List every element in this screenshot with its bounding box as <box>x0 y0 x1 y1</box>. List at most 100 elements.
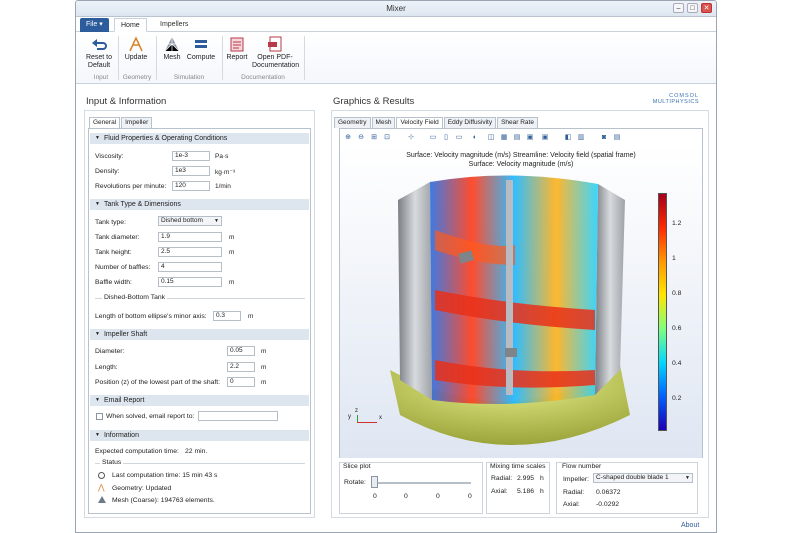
mesh-button[interactable]: Mesh <box>160 35 184 62</box>
flow-axial-value: -0.0292 <box>596 501 620 508</box>
tab-impellers[interactable]: Impellers <box>154 18 194 32</box>
rotate-slider-track[interactable] <box>374 482 471 484</box>
tab-geometry[interactable]: Geometry <box>334 117 371 128</box>
slider-tick-3: 0 <box>436 493 440 500</box>
rotate-slider-thumb[interactable] <box>371 476 378 488</box>
section-information[interactable]: Information <box>90 430 309 441</box>
window-title: Mixer <box>386 4 406 13</box>
compute-button[interactable]: Compute <box>186 35 216 62</box>
rpm-unit: 1/min <box>215 183 231 190</box>
tank-type-label: Tank type: <box>95 219 126 226</box>
update-label: Update <box>124 54 148 61</box>
section-email[interactable]: Email Report <box>90 395 309 406</box>
baffle-width-field[interactable]: 0.15 <box>158 277 222 287</box>
clock-icon <box>98 472 105 479</box>
rpm-label: Revolutions per minute: <box>95 183 167 190</box>
tank-height-field[interactable]: 2.5 <box>158 247 222 257</box>
tab-file[interactable]: File ▾ <box>80 18 109 32</box>
colorbar-tick-3: 0.8 <box>672 290 682 297</box>
shaft-diameter-field[interactable]: 0.05 <box>227 346 255 356</box>
tank-wall-left <box>398 182 432 400</box>
shaft-length-field[interactable]: 2.2 <box>227 362 255 372</box>
view-xy-icon[interactable]: ▭ <box>428 133 438 143</box>
undo-icon <box>89 35 109 52</box>
print-icon[interactable]: ▤ <box>612 133 622 143</box>
mesh-status: Mesh (Coarse): 194763 elements. <box>112 497 215 504</box>
density-field[interactable]: 1e3 <box>172 166 210 176</box>
section-shaft[interactable]: Impeller Shaft <box>90 329 309 340</box>
rotate-icon[interactable]: ◐ <box>470 133 480 143</box>
shaft-position-field[interactable]: 0 <box>227 377 255 387</box>
baffles-field[interactable]: 4 <box>158 262 222 272</box>
geometry-icon <box>126 35 146 52</box>
zoom-box-icon[interactable]: ⊞ <box>369 133 379 143</box>
maximize-button[interactable]: □ <box>687 3 698 13</box>
view-axes-icon[interactable]: ⊹ <box>406 133 416 143</box>
close-button[interactable]: ✕ <box>701 3 712 13</box>
grid-icon[interactable]: ▦ <box>499 133 509 143</box>
pane-title-input: Input & Information <box>86 96 167 107</box>
camera-icon[interactable]: ◙ <box>599 133 609 143</box>
tank-diameter-field[interactable]: 1.9 <box>158 232 222 242</box>
mixing-radial-label: Radial: <box>491 475 513 482</box>
tab-mesh[interactable]: Mesh <box>371 117 396 128</box>
email-checkbox[interactable] <box>96 413 103 420</box>
section-fluid[interactable]: Fluid Properties & Operating Conditions <box>90 133 309 144</box>
reset-label: Reset to Default <box>85 54 113 69</box>
tab-velocity-field[interactable]: Velocity Field <box>396 117 443 128</box>
render-icon[interactable]: ◫ <box>486 133 496 143</box>
colorbar-tick-6: 0.2 <box>672 395 682 402</box>
flow-impeller-label: Impeller: <box>563 476 590 483</box>
report-button[interactable]: Report <box>225 35 249 62</box>
rpm-field[interactable]: 120 <box>172 181 210 191</box>
tab-impeller[interactable]: Impeller <box>121 117 153 128</box>
chevron-down-icon: ▼ <box>685 475 690 481</box>
view-yz-icon[interactable]: ▯ <box>441 133 451 143</box>
wireframe-icon[interactable]: ▤ <box>512 133 522 143</box>
viscosity-field[interactable]: 1e-3 <box>172 151 210 161</box>
impeller-blade-lower <box>505 348 517 357</box>
color-legend-bar <box>658 193 667 431</box>
axis-x-label: x <box>379 415 382 421</box>
tab-general[interactable]: General <box>89 117 121 128</box>
section-tank[interactable]: Tank Type & Dimensions <box>90 199 309 210</box>
mesh-label: Mesh <box>163 54 181 61</box>
mixing-radial-unit: h <box>540 475 544 482</box>
shaft-length-unit: m <box>261 364 267 371</box>
about-link[interactable]: About <box>681 522 699 529</box>
flow-radial-label: Radial: <box>563 489 585 496</box>
colorbar-tick-2: 1 <box>672 255 676 262</box>
shaft-position-unit: m <box>261 379 267 386</box>
density-unit: kg·m⁻³ <box>215 169 236 176</box>
tab-eddy-diffusivity[interactable]: Eddy Diffusivity <box>443 117 497 128</box>
impeller-select[interactable]: C-shaped double blade 1 ▼ <box>593 473 693 483</box>
transparency-icon[interactable]: ▣ <box>525 133 535 143</box>
reset-button[interactable]: Reset to Default <box>84 35 114 70</box>
zoom-out-icon[interactable]: ⊖ <box>356 133 366 143</box>
tab-shear-rate[interactable]: Shear Rate <box>497 117 538 128</box>
email-field[interactable] <box>198 411 278 421</box>
view-zx-icon[interactable]: ▭ <box>454 133 464 143</box>
zoom-in-icon[interactable]: ⊕ <box>343 133 353 143</box>
open-pdf-button[interactable]: Open PDF- Documentation <box>252 35 299 70</box>
mixing-axial-unit: h <box>540 488 544 495</box>
baffle-width-label: Baffle width: <box>95 279 132 286</box>
slider-tick-1: 0 <box>373 493 377 500</box>
zoom-extents-icon[interactable]: ⊡ <box>382 133 392 143</box>
update-button[interactable]: Update <box>121 35 151 62</box>
ribbon: Reset to Default Update Mesh Compute Rep… <box>76 32 716 84</box>
scene-light-icon[interactable]: ▣ <box>540 133 550 143</box>
tank-type-select[interactable]: Dished bottom ▼ <box>158 216 222 226</box>
show-grid-icon[interactable]: ▥ <box>576 133 586 143</box>
minimize-button[interactable]: – <box>673 3 684 13</box>
tank-type-value: Dished bottom <box>161 217 203 224</box>
email-label: When solved, email report to: <box>106 413 195 420</box>
show-legend-icon[interactable]: ◧ <box>563 133 573 143</box>
ribbon-tabs: File ▾ Home Impellers <box>76 17 716 32</box>
dished-bottom-header: Dished-Bottom Tank <box>102 294 168 301</box>
shaft-diameter-unit: m <box>261 348 267 355</box>
chevron-down-icon: ▼ <box>214 218 219 224</box>
tab-home[interactable]: Home <box>114 18 147 32</box>
ellipse-field[interactable]: 0.3 <box>213 311 241 321</box>
mesh-icon <box>162 35 182 52</box>
